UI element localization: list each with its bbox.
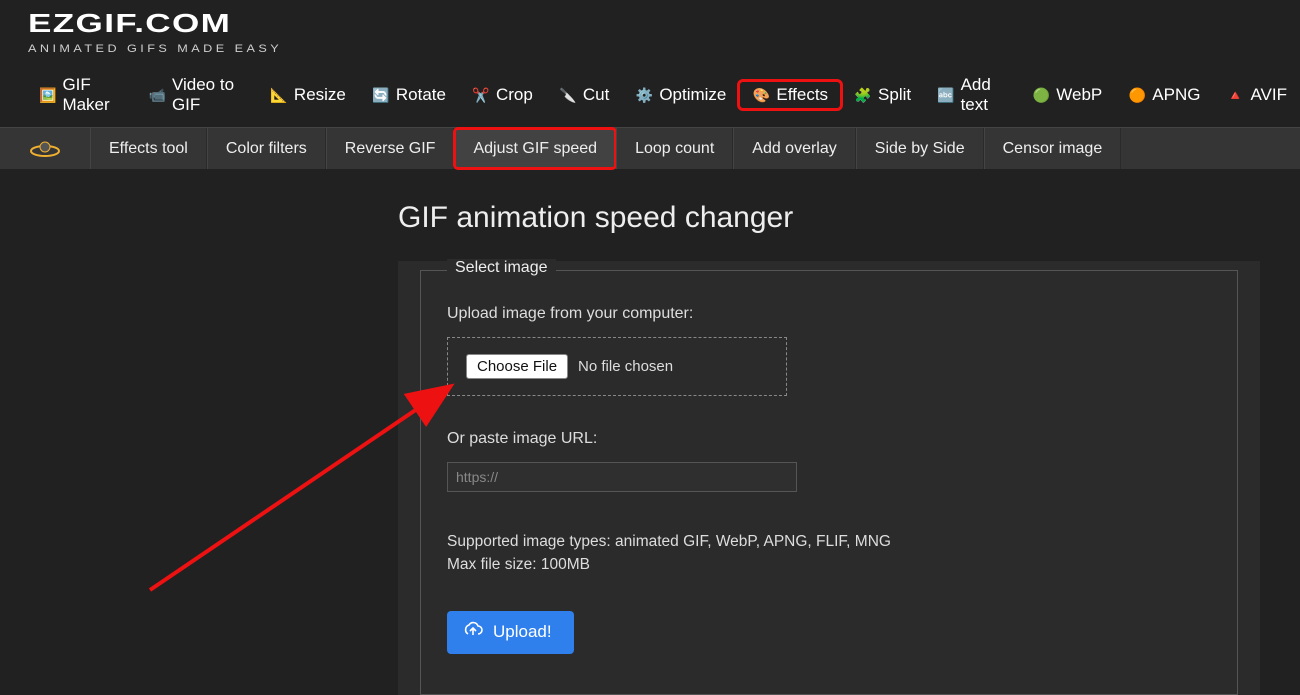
- nav-item-label: Crop: [496, 85, 533, 105]
- nav-item-resize[interactable]: 📐 Resize: [257, 81, 359, 109]
- crop-icon: ✂️: [472, 86, 490, 104]
- tab-reverse-gif[interactable]: Reverse GIF: [326, 128, 455, 169]
- nav-item-label: GIF Maker: [62, 75, 122, 115]
- choose-file-button[interactable]: Choose File: [466, 354, 568, 379]
- tab-add-overlay[interactable]: Add overlay: [733, 128, 856, 169]
- tab-adjust-gif-speed[interactable]: Adjust GIF speed: [454, 128, 616, 169]
- nav-item-label: Split: [878, 85, 911, 105]
- nav-item-label: Resize: [294, 85, 346, 105]
- apng-icon: 🟠: [1128, 86, 1146, 104]
- split-icon: 🧩: [854, 86, 872, 104]
- upload-button-label: Upload!: [493, 622, 552, 642]
- secondary-nav: Effects toolColor filtersReverse GIFAdju…: [0, 127, 1300, 169]
- nav-item-video-to-gif[interactable]: 📹 Video to GIF: [136, 71, 257, 119]
- select-image-fieldset: Select image Upload image from your comp…: [420, 261, 1238, 695]
- nav-item-label: Cut: [583, 85, 609, 105]
- tab-effects-tool[interactable]: Effects tool: [90, 128, 207, 169]
- optimize-icon: ⚙️: [635, 86, 653, 104]
- webp-icon: 🟢: [1032, 86, 1050, 104]
- max-file-size: Max file size: 100MB: [447, 553, 1211, 576]
- nav-item-label: Optimize: [659, 85, 726, 105]
- wand-icon: [0, 128, 90, 169]
- upload-label: Upload image from your computer:: [447, 305, 1211, 323]
- file-status: No file chosen: [578, 358, 673, 375]
- avif-icon: 🔺: [1226, 86, 1244, 104]
- main-content: GIF animation speed changer Select image…: [0, 169, 1300, 695]
- nav-item-optimize[interactable]: ⚙️ Optimize: [622, 81, 739, 109]
- nav-item-apng[interactable]: 🟠 APNG: [1115, 81, 1213, 109]
- page-title: GIF animation speed changer: [398, 201, 1300, 235]
- nav-item-effects[interactable]: 🎨 Effects: [739, 81, 841, 109]
- addtext-icon: 🔤: [937, 86, 954, 104]
- upload-button[interactable]: Upload!: [447, 611, 574, 654]
- nav-item-label: APNG: [1152, 85, 1200, 105]
- url-label: Or paste image URL:: [447, 430, 1211, 448]
- file-drop-box[interactable]: Choose File No file chosen: [447, 337, 787, 396]
- supported-types: Supported image types: animated GIF, Web…: [447, 530, 1211, 553]
- form-panel: Select image Upload image from your comp…: [398, 261, 1260, 695]
- nav-item-cut[interactable]: 🔪 Cut: [546, 81, 622, 109]
- cloud-upload-icon: [463, 621, 483, 644]
- nav-item-label: WebP: [1056, 85, 1102, 105]
- brand-title: EZGIF.COM: [28, 8, 231, 39]
- nav-item-add-text[interactable]: 🔤 Add text: [924, 71, 1019, 119]
- tab-censor-image[interactable]: Censor image: [984, 128, 1122, 169]
- cut-icon: 🔪: [559, 86, 577, 104]
- gifmaker-icon: 🖼️: [39, 86, 56, 104]
- tab-loop-count[interactable]: Loop count: [616, 128, 733, 169]
- nav-item-webp[interactable]: 🟢 WebP: [1019, 81, 1115, 109]
- nav-item-gif-maker[interactable]: 🖼️ GIF Maker: [26, 71, 136, 119]
- nav-item-split[interactable]: 🧩 Split: [841, 81, 924, 109]
- brand-header: EZGIF.COM ANIMATED GIFS MADE EASY: [0, 0, 1300, 63]
- resize-icon: 📐: [270, 86, 288, 104]
- nav-item-label: Rotate: [396, 85, 446, 105]
- effects-icon: 🎨: [752, 86, 770, 104]
- tab-color-filters[interactable]: Color filters: [207, 128, 326, 169]
- tab-side-by-side[interactable]: Side by Side: [856, 128, 984, 169]
- video-icon: 📹: [149, 86, 166, 104]
- nav-item-label: Video to GIF: [172, 75, 244, 115]
- nav-item-label: AVIF: [1250, 85, 1287, 105]
- rotate-icon: 🔄: [372, 86, 390, 104]
- url-input[interactable]: [447, 462, 797, 492]
- nav-item-label: Effects: [776, 85, 828, 105]
- brand-subtitle: ANIMATED GIFS MADE EASY: [28, 43, 282, 55]
- primary-nav: 🖼️ GIF Maker 📹 Video to GIF 📐 Resize 🔄 Rotate ✂️…: [0, 63, 1300, 127]
- fieldset-legend: Select image: [447, 259, 556, 277]
- nav-item-avif[interactable]: 🔺 AVIF: [1213, 81, 1300, 109]
- nav-item-rotate[interactable]: 🔄 Rotate: [359, 81, 459, 109]
- nav-item-crop[interactable]: ✂️ Crop: [459, 81, 546, 109]
- nav-item-label: Add text: [961, 75, 1007, 115]
